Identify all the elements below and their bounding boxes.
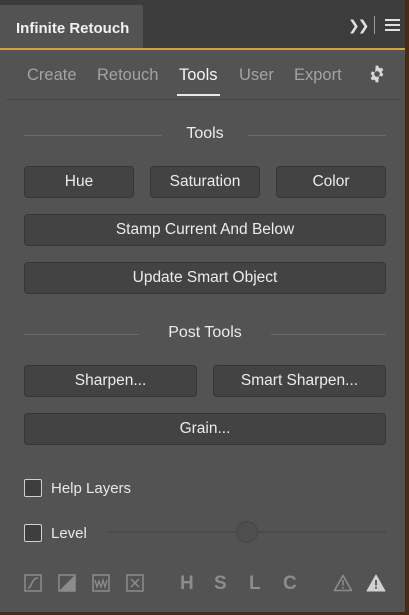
collapse-panel-icon[interactable]: ❯❯ xyxy=(348,16,370,34)
level-label: Level xyxy=(51,525,87,542)
post-tools-section-header: Post Tools xyxy=(24,324,386,344)
tab-bar: Create Retouch Tools User Export xyxy=(0,60,405,100)
level-slider-handle[interactable] xyxy=(236,521,258,543)
tab-tools[interactable]: Tools xyxy=(177,66,220,96)
hue-channel-button[interactable]: H xyxy=(180,573,194,595)
section-rule-right xyxy=(271,334,386,335)
tools-section-header: Tools xyxy=(24,125,386,145)
hue-button[interactable]: Hue xyxy=(24,166,134,198)
tab-divider xyxy=(6,99,401,100)
waveform-icon[interactable] xyxy=(92,574,110,592)
tools-heading: Tools xyxy=(186,125,224,142)
panel-titlebar: Infinite Retouch ❯❯ xyxy=(0,0,405,50)
warning-outline-icon[interactable] xyxy=(333,574,353,592)
warning-filled-icon[interactable] xyxy=(366,574,386,592)
saturation-button[interactable]: Saturation xyxy=(150,166,260,198)
color-button[interactable]: Color xyxy=(276,166,386,198)
panel-menu-icon[interactable] xyxy=(385,19,400,34)
panel-title: Infinite Retouch xyxy=(16,20,130,37)
tab-retouch[interactable]: Retouch xyxy=(97,66,158,85)
luminance-channel-button[interactable]: L xyxy=(249,573,261,595)
tab-user[interactable]: User xyxy=(239,66,274,85)
settings-gear-icon[interactable] xyxy=(367,64,387,84)
curves-icon[interactable] xyxy=(24,574,42,592)
contrast-icon[interactable] xyxy=(58,574,76,592)
stamp-current-and-below-button[interactable]: Stamp Current And Below xyxy=(24,214,386,246)
infinite-retouch-panel: Infinite Retouch ❯❯ Create Retouch Tools… xyxy=(0,0,406,613)
titlebar-separator xyxy=(374,16,375,34)
level-checkbox[interactable] xyxy=(24,524,42,542)
smart-sharpen-button[interactable]: Smart Sharpen... xyxy=(213,365,386,397)
sharpen-button[interactable]: Sharpen... xyxy=(24,365,197,397)
section-rule-right xyxy=(248,135,386,136)
help-layers-label: Help Layers xyxy=(51,480,132,497)
post-tools-heading: Post Tools xyxy=(168,324,242,341)
grain-button[interactable]: Grain... xyxy=(24,413,386,445)
tab-create[interactable]: Create xyxy=(27,66,77,85)
clipping-icon[interactable] xyxy=(126,574,144,592)
help-layers-checkbox[interactable] xyxy=(24,479,42,497)
color-channel-button[interactable]: C xyxy=(283,573,297,595)
panel-title-tab[interactable]: Infinite Retouch xyxy=(0,5,143,48)
saturation-channel-button[interactable]: S xyxy=(214,573,227,595)
update-smart-object-button[interactable]: Update Smart Object xyxy=(24,262,386,294)
tab-export[interactable]: Export xyxy=(294,66,342,85)
